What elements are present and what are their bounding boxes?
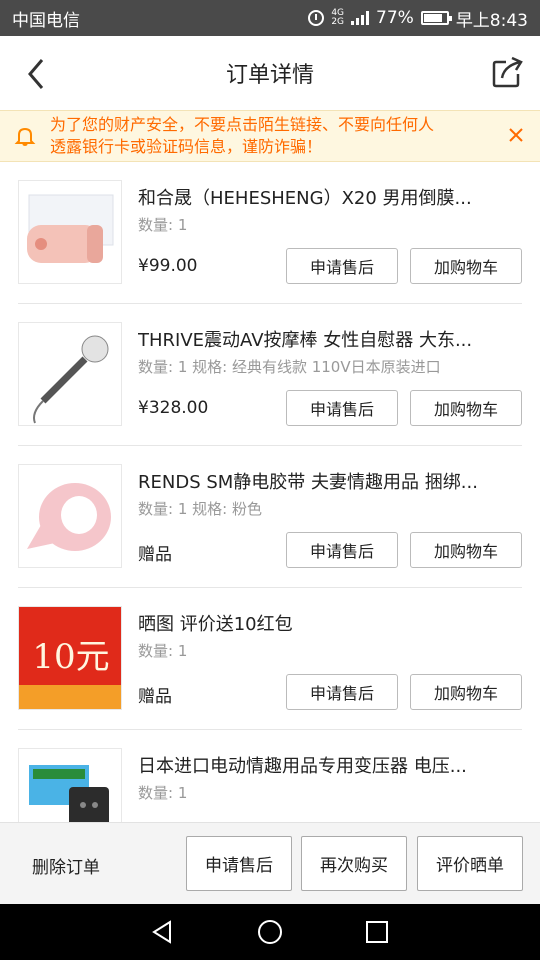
- apply-aftersale-order-button[interactable]: 申请售后: [186, 836, 292, 891]
- back-triangle-icon[interactable]: [150, 919, 176, 945]
- product-thumbnail[interactable]: 10元: [18, 606, 122, 710]
- product-meta: 数量: 1: [138, 216, 188, 234]
- share-icon: [492, 56, 523, 88]
- product-meta: 数量: 1 规格: 粉色: [138, 500, 262, 518]
- product-title[interactable]: 日本进口电动情趣用品专用变压器 电压...: [138, 752, 528, 778]
- apply-aftersale-button[interactable]: 申请售后: [286, 674, 398, 710]
- carrier-label: 中国电信: [12, 10, 80, 31]
- apply-aftersale-button[interactable]: 申请售后: [286, 532, 398, 568]
- add-to-cart-button[interactable]: 加购物车: [410, 390, 522, 426]
- delete-order-button[interactable]: 删除订单: [32, 853, 100, 878]
- back-button[interactable]: [20, 56, 56, 92]
- product-title[interactable]: 晒图 评价送10红包: [138, 610, 528, 636]
- page-title: 订单详情: [225, 63, 314, 88]
- add-to-cart-button[interactable]: 加购物车: [410, 532, 522, 568]
- product-thumbnail[interactable]: [18, 748, 122, 822]
- review-button[interactable]: 评价晒单: [417, 836, 523, 891]
- product-image: [33, 335, 109, 424]
- warning-text: 为了您的财产安全，不要点击陌生链接、不要向任何人 透露银行卡或验证码信息，谨防诈…: [50, 115, 435, 156]
- home-circle-icon[interactable]: [257, 919, 283, 945]
- share-button[interactable]: [490, 54, 526, 90]
- system-navigation-bar: [0, 904, 540, 960]
- product-title[interactable]: RENDS SM静电胶带 夫妻情趣用品 捆绑...: [138, 468, 528, 494]
- alarm-icon: [308, 10, 325, 26]
- bell-icon: [14, 127, 36, 146]
- buy-again-button[interactable]: 再次购买: [301, 836, 407, 891]
- order-item[interactable]: 和合晟（HEHESHENG）X20 男用倒膜... 数量: 1 ¥99.00 申…: [18, 162, 522, 304]
- order-item[interactable]: RENDS SM静电胶带 夫妻情趣用品 捆绑... 数量: 1 规格: 粉色 赠…: [18, 446, 522, 588]
- order-item[interactable]: 10元 晒图 评价送10红包 数量: 1 赠品 申请售后 加购物车: [18, 588, 522, 730]
- nav-header: 订单详情: [0, 36, 540, 110]
- clock: 早上8:43: [455, 10, 528, 31]
- order-action-bar: 删除订单 申请售后 再次购买 评价晒单: [0, 822, 540, 904]
- order-item-list: 和合晟（HEHESHENG）X20 男用倒膜... 数量: 1 ¥99.00 申…: [0, 162, 540, 822]
- signal-icon: [351, 11, 370, 25]
- battery-icon: [420, 11, 452, 25]
- coupon-text: 10元: [32, 637, 110, 677]
- back-arrow-icon: [28, 59, 44, 89]
- product-thumbnail[interactable]: [18, 464, 122, 568]
- apply-aftersale-button[interactable]: 申请售后: [286, 390, 398, 426]
- product-meta: 数量: 1: [138, 642, 188, 660]
- product-meta: 数量: 1: [138, 784, 188, 802]
- product-thumbnail[interactable]: [18, 180, 122, 284]
- product-price: ¥328.00: [138, 398, 209, 418]
- product-price: 赠品: [138, 687, 172, 707]
- product-image: [29, 765, 109, 822]
- security-warning-banner: 为了您的财产安全，不要点击陌生链接、不要向任何人 透露银行卡或验证码信息，谨防诈…: [0, 110, 540, 162]
- apply-aftersale-button[interactable]: 申请售后: [286, 248, 398, 284]
- product-meta: 数量: 1 规格: 经典有线款 110V日本原装进口: [138, 358, 441, 376]
- recents-square-icon[interactable]: [364, 919, 390, 945]
- network-type: 4G 2G: [331, 8, 345, 27]
- product-image: [27, 194, 114, 263]
- product-thumbnail[interactable]: [18, 322, 122, 426]
- battery-percent: 77%: [376, 8, 414, 28]
- product-title[interactable]: THRIVE震动AV按摩棒 女性自慰器 大东...: [138, 326, 528, 352]
- add-to-cart-button[interactable]: 加购物车: [410, 674, 522, 710]
- close-icon[interactable]: [506, 125, 526, 145]
- status-bar: 中国电信 4G 2G 77% 早上8:43: [0, 0, 540, 36]
- product-price: ¥99.00: [138, 256, 198, 276]
- product-image: [27, 483, 111, 551]
- order-item[interactable]: 日本进口电动情趣用品专用变压器 电压... 数量: 1: [18, 730, 522, 822]
- status-indicators: 4G 2G 77% 早上8:43: [308, 6, 528, 31]
- product-price: 赠品: [138, 545, 172, 565]
- add-to-cart-button[interactable]: 加购物车: [410, 248, 522, 284]
- order-item[interactable]: THRIVE震动AV按摩棒 女性自慰器 大东... 数量: 1 规格: 经典有线…: [18, 304, 522, 446]
- product-title[interactable]: 和合晟（HEHESHENG）X20 男用倒膜...: [138, 184, 528, 210]
